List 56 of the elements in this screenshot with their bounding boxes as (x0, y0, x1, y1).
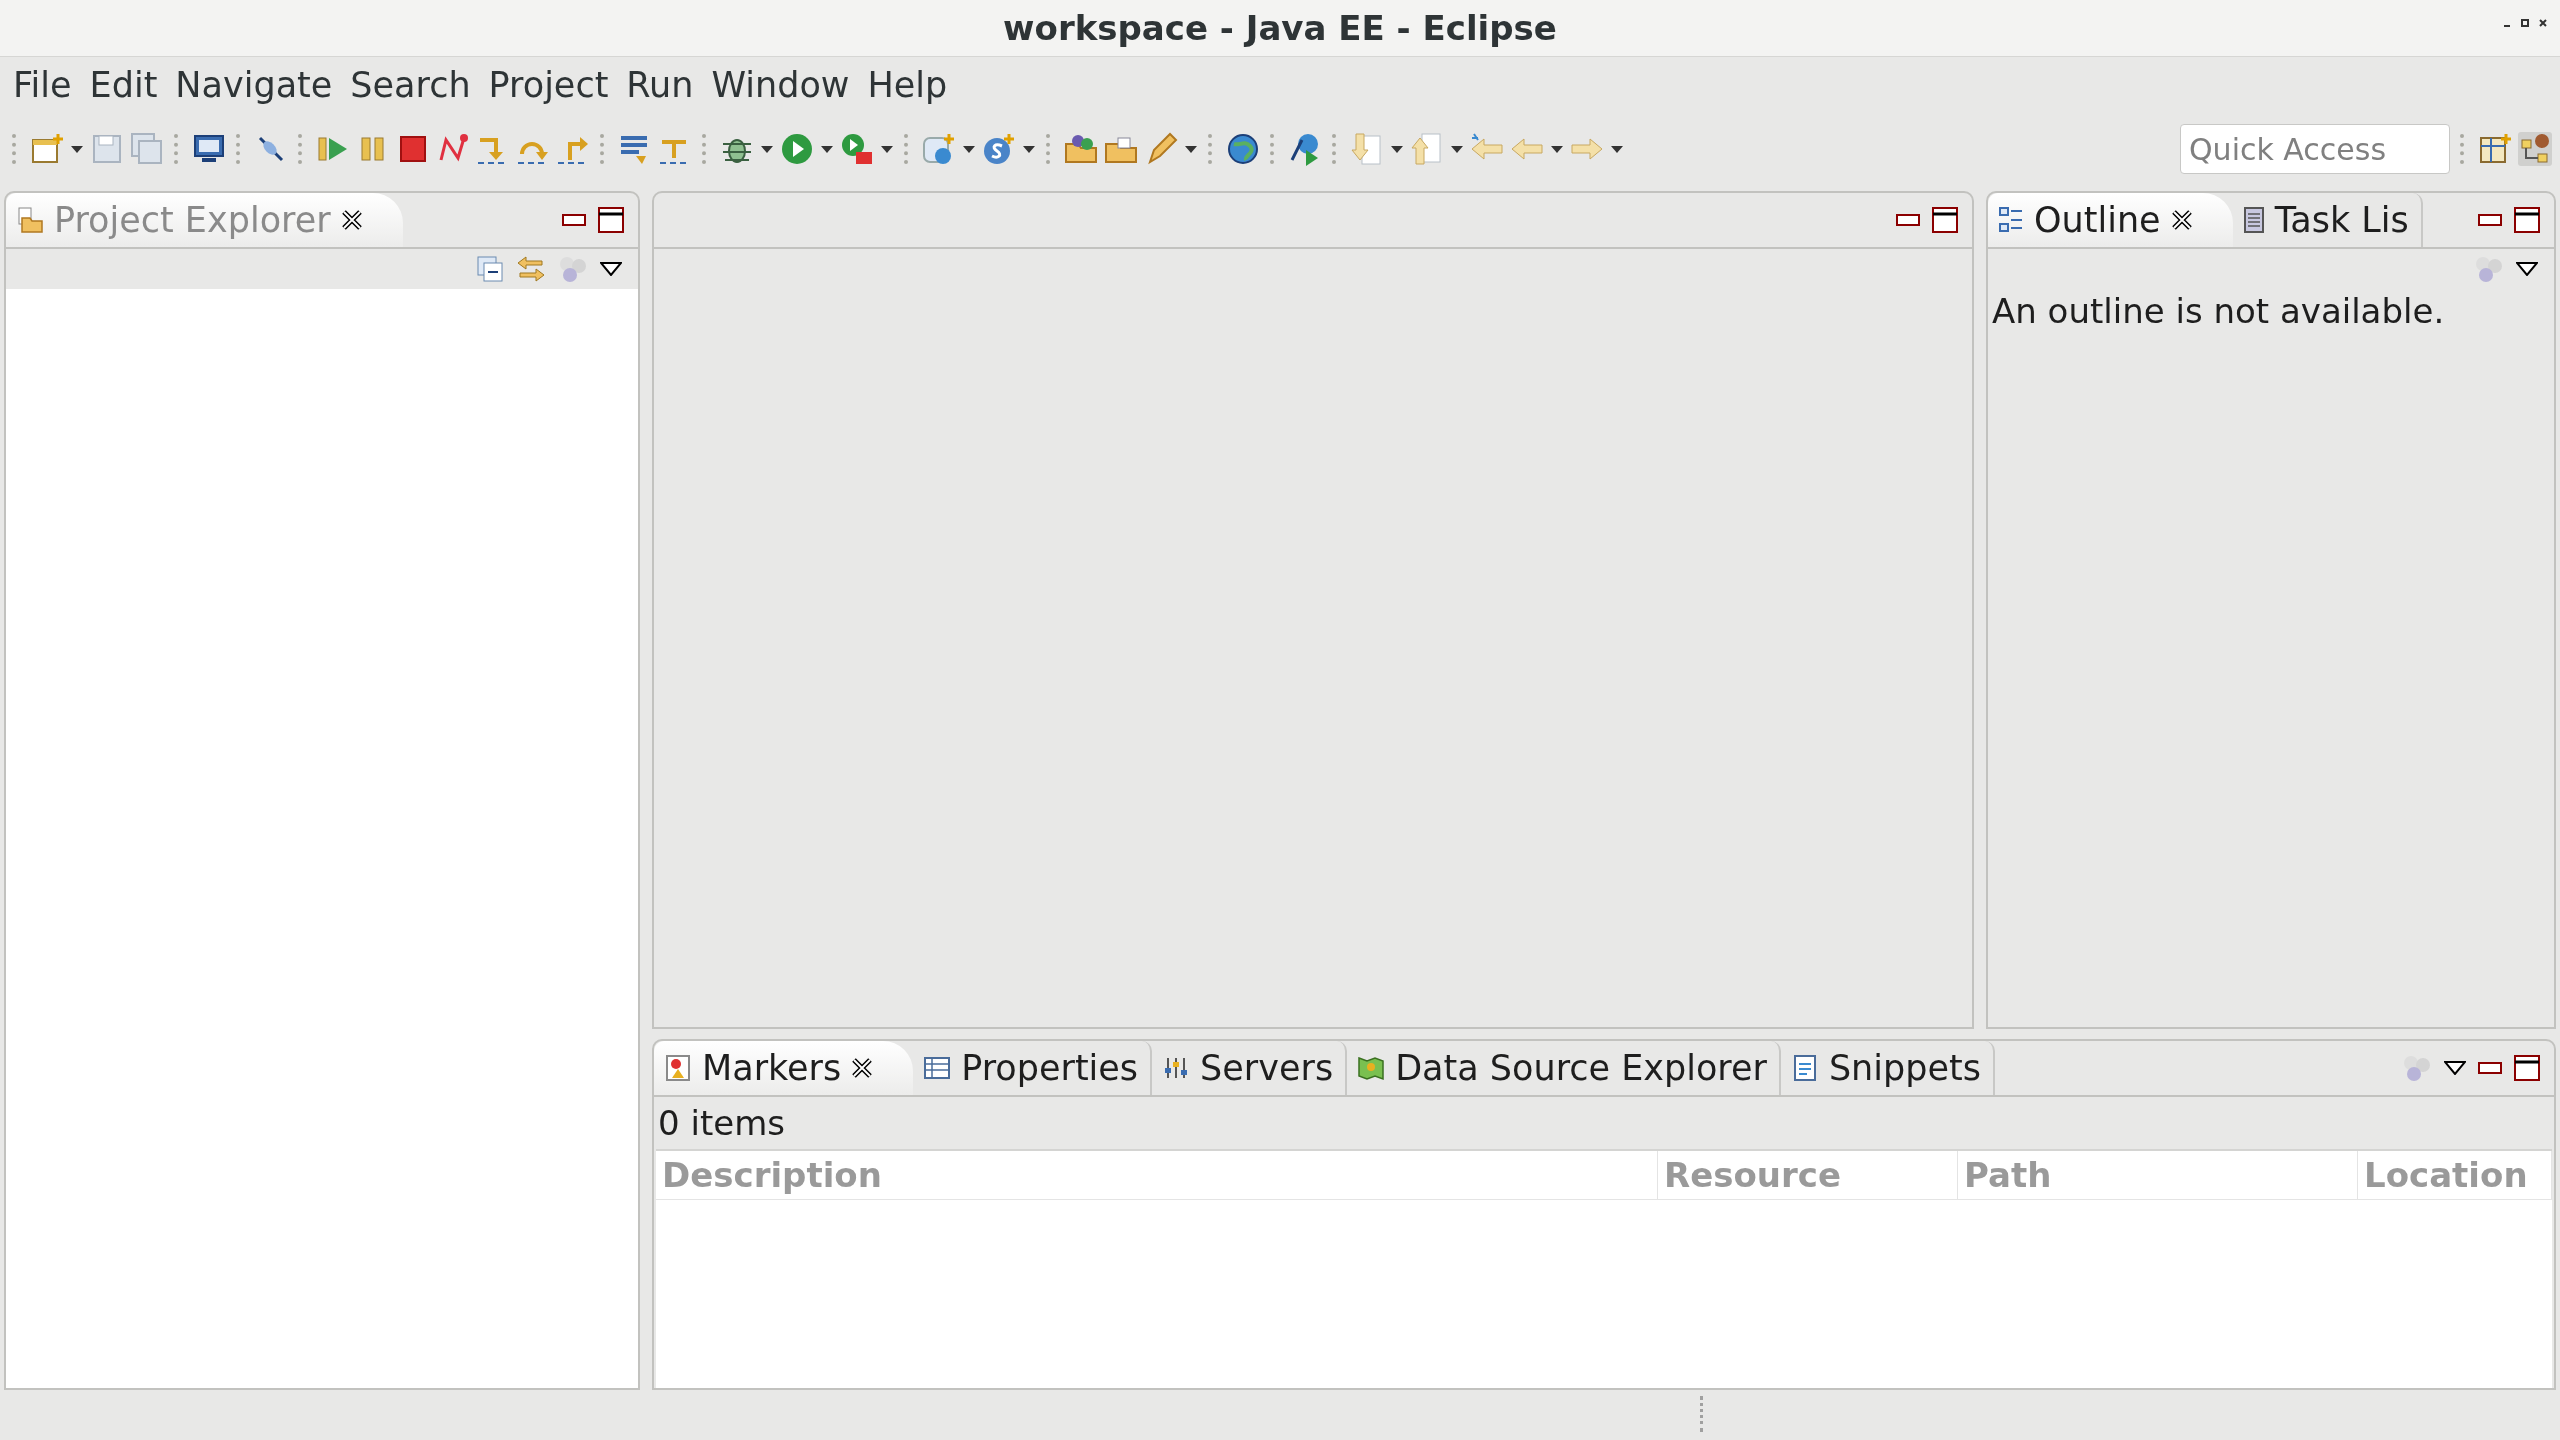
caret-icon[interactable] (1450, 144, 1464, 154)
maximize-icon[interactable] (598, 207, 624, 233)
minimize-icon[interactable] (2478, 1060, 2502, 1076)
caret-icon[interactable] (1184, 144, 1198, 154)
map-icon (1357, 1054, 1386, 1082)
folder-icon[interactable] (1064, 132, 1098, 166)
caret-icon[interactable] (962, 144, 976, 154)
caret-icon[interactable] (1390, 144, 1404, 154)
window-plus-icon[interactable] (30, 132, 64, 166)
folder-icon (16, 206, 44, 234)
close-icon[interactable] (2170, 209, 2193, 231)
maximize-icon[interactable] (2514, 207, 2540, 233)
run-toolbox-icon[interactable] (840, 132, 874, 166)
markers-icon (664, 1054, 692, 1082)
close-icon[interactable] (340, 209, 363, 231)
menu-item[interactable]: Window (702, 65, 859, 105)
menu-item[interactable]: Project (479, 65, 618, 105)
menu-item[interactable]: File (4, 65, 81, 105)
s-plus-icon[interactable] (982, 132, 1016, 166)
caret-icon[interactable] (1550, 144, 1564, 154)
caret-icon[interactable] (760, 144, 774, 154)
swap-arrows-icon[interactable] (516, 255, 546, 283)
hierarchy-icon[interactable] (2518, 132, 2552, 166)
minimize-icon[interactable] (562, 212, 586, 228)
collapse-icon[interactable] (476, 255, 504, 283)
item-count: 0 items (657, 1102, 786, 1145)
caret-icon[interactable] (1022, 144, 1036, 154)
menu-item[interactable]: Navigate (166, 65, 342, 105)
run-icon[interactable] (780, 132, 814, 166)
minimize-icon[interactable] (1896, 212, 1920, 228)
quick-access-field[interactable]: Quick Access (2180, 124, 2450, 174)
close-icon[interactable] (851, 1057, 874, 1079)
outline-icon (1998, 206, 2024, 234)
menu-item[interactable]: Search (341, 65, 480, 105)
caret-icon[interactable] (820, 144, 834, 154)
menu-item[interactable]: Help (858, 65, 957, 105)
window-title: workspace - Java EE - Eclipse (1003, 8, 1557, 48)
view-menu-icon[interactable] (2516, 262, 2538, 276)
menu-item[interactable]: Edit (80, 65, 167, 105)
table-icon (923, 1054, 952, 1082)
view-menu-icon[interactable] (2444, 1061, 2466, 1075)
globe-icon[interactable] (1226, 132, 1260, 166)
maximize-icon[interactable] (2514, 1055, 2540, 1081)
view-menu-icon[interactable] (600, 262, 622, 276)
maximize-icon[interactable] (1932, 207, 1958, 233)
globe-plus-icon[interactable] (922, 132, 956, 166)
view-tab[interactable]: Markers (654, 1041, 914, 1095)
view-tab[interactable]: Outline (1988, 193, 2233, 247)
caret-icon[interactable] (1610, 144, 1624, 154)
outline-message: An outline is not available. (1991, 290, 2446, 333)
caret-icon[interactable] (70, 144, 84, 154)
list-icon (2242, 206, 2265, 234)
minimize-icon[interactable] (2478, 212, 2502, 228)
caret-icon[interactable] (880, 144, 894, 154)
perspective-plus-icon[interactable] (2478, 132, 2512, 166)
menu-item[interactable]: Run (617, 65, 703, 105)
